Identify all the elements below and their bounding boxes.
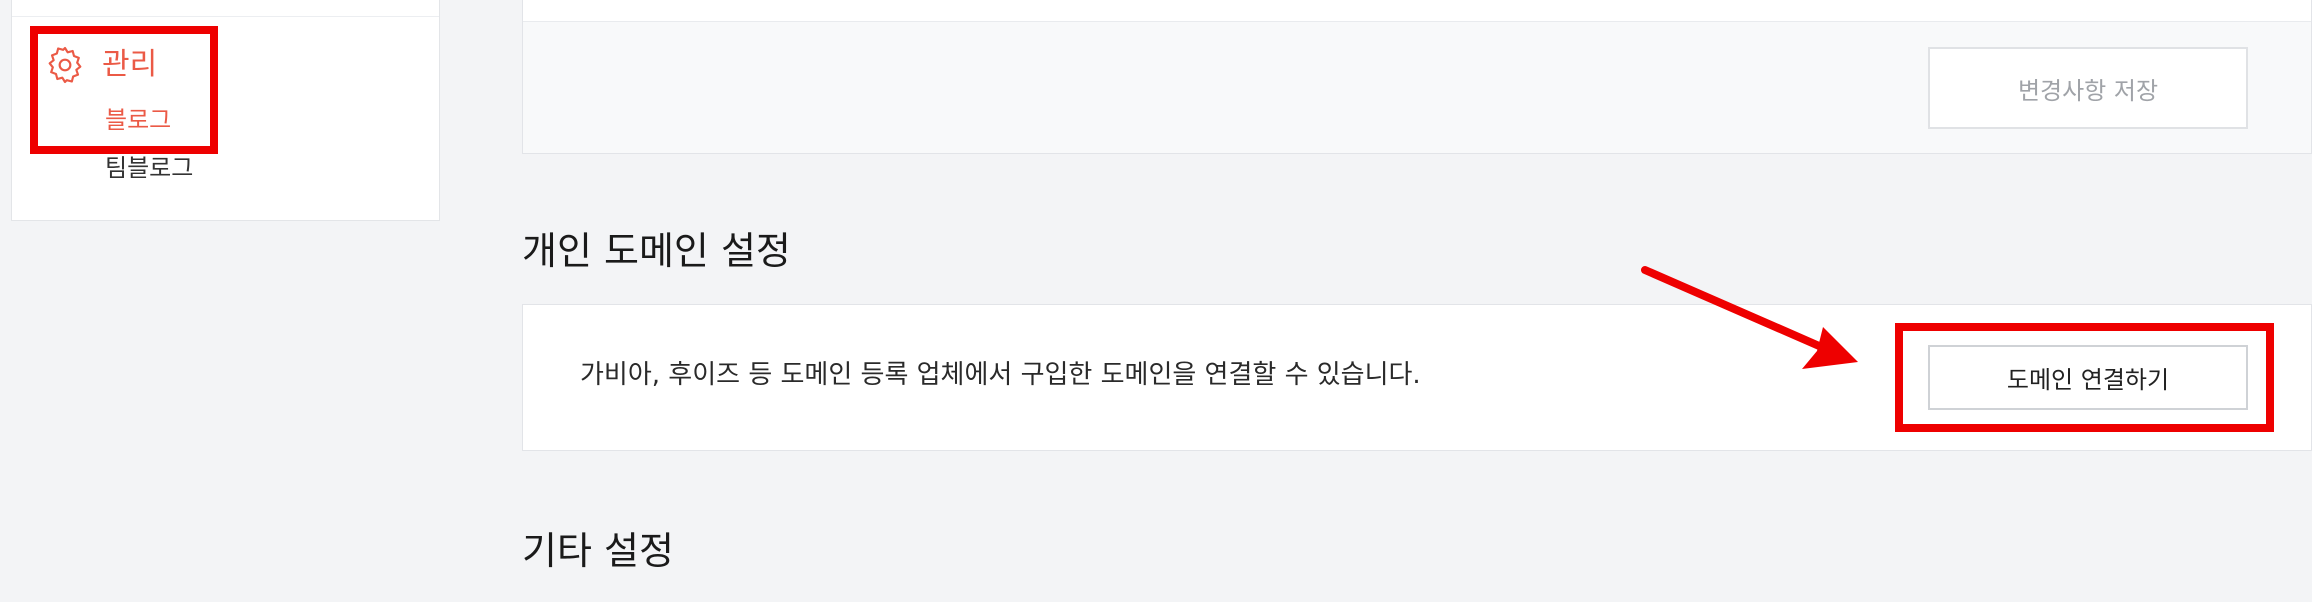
sidebar-group-manage[interactable]: 관리 xyxy=(45,44,157,86)
sidebar-menu xyxy=(11,0,440,221)
sidebar-item-teamblog[interactable]: 팀블로그 xyxy=(105,156,193,180)
other-settings-heading: 기타 설정 xyxy=(522,529,674,573)
save-changes-button[interactable]: 변경사항 저장 xyxy=(1928,47,2248,129)
domain-description: 가비아, 후이즈 등 도메인 등록 업체에서 구입한 도메인을 연결할 수 있습… xyxy=(580,360,1421,390)
gear-icon xyxy=(48,46,82,84)
sidebar-item-blog[interactable]: 블로그 xyxy=(105,108,171,132)
connect-domain-button[interactable]: 도메인 연결하기 xyxy=(1928,345,2248,410)
domain-settings-heading: 개인 도메인 설정 xyxy=(522,229,791,273)
settings-panel-content xyxy=(523,0,2311,22)
sidebar-divider xyxy=(12,16,439,17)
sidebar-group-label: 관리 xyxy=(102,47,158,82)
